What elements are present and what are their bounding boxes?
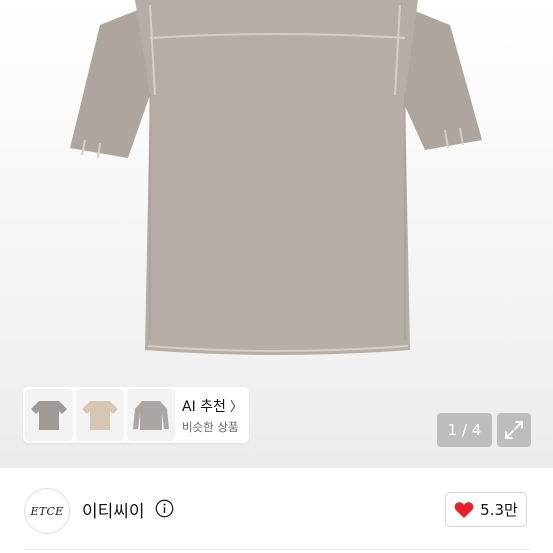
like-count: 5.3만 <box>480 501 518 519</box>
reco-title: AI 추천 <box>182 398 226 415</box>
expand-icon <box>505 421 523 439</box>
like-button[interactable]: 5.3만 <box>445 492 527 527</box>
tshirt-beige-thumb <box>82 401 118 430</box>
store-logo-text: ETCE <box>30 504 64 518</box>
reco-subtitle: 비슷한 상품 <box>182 419 239 434</box>
reco-thumbnail-3[interactable] <box>127 389 175 441</box>
chevron-right-icon: 〉 <box>229 400 243 415</box>
tshirt-grey-thumb <box>31 401 67 430</box>
reco-thumbnail-1[interactable] <box>25 389 73 441</box>
store-name[interactable]: 이티씨이 <box>82 497 145 522</box>
expand-button[interactable] <box>497 413 531 447</box>
product-image-area[interactable]: AI 추천 〉 비슷한 상품 1 / 4 <box>0 0 553 468</box>
image-counter: 1 / 4 <box>437 413 492 447</box>
ai-recommendation-card[interactable]: AI 추천 〉 비슷한 상품 <box>23 387 249 443</box>
divider <box>24 549 529 550</box>
reco-thumbnail-2[interactable] <box>76 389 124 441</box>
longsleeve-grey-thumb <box>133 401 169 430</box>
store-logo[interactable]: ETCE <box>24 488 70 534</box>
heart-icon <box>454 501 474 518</box>
info-icon[interactable] <box>155 499 174 518</box>
